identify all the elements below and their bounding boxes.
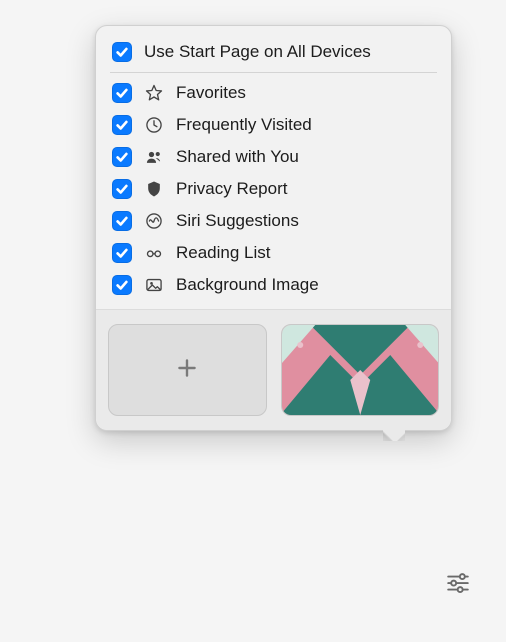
- clock-icon: [144, 115, 164, 135]
- star-icon: [144, 83, 164, 103]
- checkbox[interactable]: [112, 115, 132, 135]
- checkbox[interactable]: [112, 42, 132, 62]
- sliders-icon: [445, 569, 471, 600]
- checkbox[interactable]: [112, 147, 132, 167]
- customize-start-page-button[interactable]: [444, 570, 472, 598]
- option-privacy-report[interactable]: Privacy Report: [96, 173, 451, 205]
- option-label: Siri Suggestions: [176, 211, 299, 231]
- option-label: Background Image: [176, 275, 319, 295]
- checkbox[interactable]: [112, 179, 132, 199]
- divider: [110, 72, 437, 73]
- option-label: Reading List: [176, 243, 271, 263]
- image-icon: [144, 275, 164, 295]
- checkbox[interactable]: [112, 275, 132, 295]
- option-favorites[interactable]: Favorites: [96, 77, 451, 109]
- option-label: Frequently Visited: [176, 115, 312, 135]
- option-label: Privacy Report: [176, 179, 287, 199]
- option-use-on-all-devices[interactable]: Use Start Page on All Devices: [96, 36, 451, 72]
- option-shared-with-you[interactable]: Shared with You: [96, 141, 451, 173]
- add-background-button[interactable]: [108, 324, 267, 416]
- option-label: Favorites: [176, 83, 246, 103]
- option-background-image[interactable]: Background Image: [96, 269, 451, 301]
- glasses-icon: [144, 243, 164, 263]
- start-page-customize-popover: Use Start Page on All Devices Favorites …: [95, 25, 452, 431]
- option-siri-suggestions[interactable]: Siri Suggestions: [96, 205, 451, 237]
- shield-icon: [144, 179, 164, 199]
- checkbox[interactable]: [112, 243, 132, 263]
- checkbox[interactable]: [112, 211, 132, 231]
- option-reading-list[interactable]: Reading List: [96, 237, 451, 269]
- background-preset-butterfly[interactable]: [281, 324, 440, 416]
- option-frequently-visited[interactable]: Frequently Visited: [96, 109, 451, 141]
- siri-icon: [144, 211, 164, 231]
- option-label: Shared with You: [176, 147, 299, 167]
- background-thumbnails: [96, 309, 451, 430]
- option-label: Use Start Page on All Devices: [144, 42, 371, 62]
- plus-icon: [174, 355, 200, 386]
- checkbox[interactable]: [112, 83, 132, 103]
- popover-arrow: [383, 429, 405, 441]
- people-icon: [144, 147, 164, 167]
